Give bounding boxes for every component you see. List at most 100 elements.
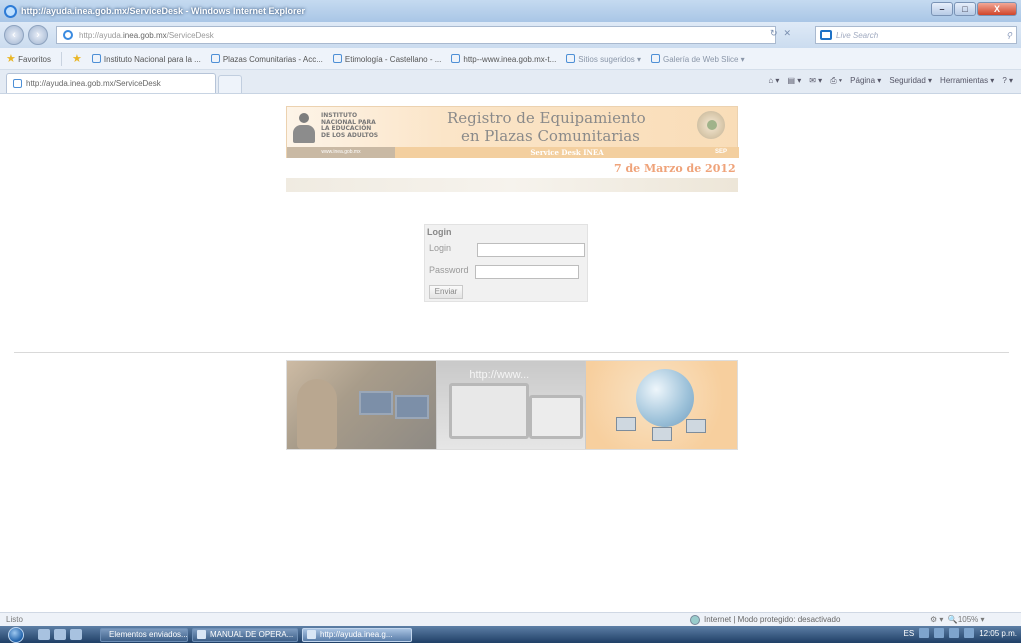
back-button[interactable]: ‹ xyxy=(4,25,24,45)
favorite-label: Galería de Web Slice ▾ xyxy=(663,54,745,64)
horizontal-divider xyxy=(14,352,1009,353)
logo-text: INSTITUTO NACIONAL PARA LA EDUCACIÓN DE … xyxy=(321,112,379,139)
page-menu[interactable]: Página ▾ xyxy=(850,76,881,86)
zone-label: Internet | Modo protegido: desactivado xyxy=(704,615,841,624)
tools-menu[interactable]: Herramientas ▾ xyxy=(940,76,994,86)
photo-globe-network xyxy=(585,361,737,449)
taskbar-button-word[interactable]: MANUAL DE OPERA... xyxy=(192,627,298,642)
maximize-button[interactable]: □ xyxy=(954,2,976,16)
windows-taskbar: Elementos enviados... MANUAL DE OPERA...… xyxy=(0,626,1021,643)
login-header: Login xyxy=(427,227,452,237)
page-icon xyxy=(566,53,576,63)
taskbar-label: MANUAL DE OPERA... xyxy=(210,630,294,639)
submit-button[interactable]: Enviar xyxy=(429,285,463,299)
login-form: Login Login Password Enviar xyxy=(424,224,588,302)
address-tools: ↻ ✕ xyxy=(770,28,791,39)
ie-icon xyxy=(4,4,17,18)
windows-orb-icon xyxy=(8,626,24,643)
page-icon xyxy=(332,53,342,63)
security-menu[interactable]: Seguridad ▾ xyxy=(889,76,932,86)
address-bar[interactable]: http://ayuda. inea.gob.mx/ServiceDesk xyxy=(56,26,776,44)
print-icon[interactable]: ⎙ ▾ xyxy=(830,76,842,86)
taskbar-button-outlook[interactable]: Elementos enviados... xyxy=(100,627,188,642)
favorite-item[interactable]: Plazas Comunitarias - Acc... xyxy=(210,53,323,64)
stop-icon[interactable]: ✕ xyxy=(784,28,792,39)
favorites-label: Favoritos xyxy=(18,55,52,64)
taskbar-label: http://ayuda.inea.g... xyxy=(320,630,393,639)
live-search-icon xyxy=(820,30,832,40)
feeds-icon[interactable]: ▤ ▾ xyxy=(787,76,801,86)
help-icon[interactable]: ? ▾ xyxy=(1002,76,1013,86)
url-path: /ServiceDesk xyxy=(166,30,214,40)
favorites-button[interactable]: ★ Favoritos xyxy=(6,52,51,65)
logo-figure-icon xyxy=(293,113,315,143)
mail-icon[interactable]: ✉ ▾ xyxy=(809,76,822,86)
search-icon[interactable]: ⚲ xyxy=(1006,31,1012,40)
sep-label: SEP xyxy=(714,149,727,155)
star-icon: ★ xyxy=(6,53,16,65)
ie-icon xyxy=(307,630,316,639)
favorite-item[interactable]: Galería de Web Slice ▾ xyxy=(651,53,745,64)
tray-icon[interactable] xyxy=(934,628,945,638)
zoom-level[interactable]: ⚙ ▾ 🔍105% ▾ xyxy=(930,615,985,624)
new-tab-button[interactable] xyxy=(218,75,242,93)
volume-icon[interactable] xyxy=(964,628,975,638)
quick-launch xyxy=(38,629,82,640)
password-label: Password xyxy=(429,265,469,275)
taskbar-button-ie[interactable]: http://ayuda.inea.g... xyxy=(302,627,412,642)
tray-icon[interactable] xyxy=(919,628,930,638)
url-host: inea.gob.mx xyxy=(123,30,167,40)
globe-icon xyxy=(690,614,700,625)
switch-windows-icon[interactable] xyxy=(54,629,66,640)
command-bar: ⌂ ▾ ▤ ▾ ✉ ▾ ⎙ ▾ Página ▾ Seguridad ▾ Her… xyxy=(768,76,1013,86)
refresh-icon[interactable]: ↻ xyxy=(770,28,778,39)
forward-button[interactable]: › xyxy=(28,25,48,45)
clock[interactable]: 12:05 p.m. xyxy=(979,629,1017,638)
status-text: Listo xyxy=(6,615,23,624)
add-favorite-icon[interactable]: ★ xyxy=(72,52,82,65)
show-desktop-icon[interactable] xyxy=(38,629,50,640)
divider xyxy=(61,51,63,66)
photo-web-screens: http://www... xyxy=(436,361,586,449)
window-controls: – □ X xyxy=(931,2,1017,16)
decorative-strip xyxy=(286,178,738,192)
word-icon xyxy=(197,630,206,639)
status-bar: Listo Internet | Modo protegido: desacti… xyxy=(0,612,1021,626)
favorite-item[interactable]: Sitios sugeridos ▾ xyxy=(566,53,641,64)
image-strip: http://www... xyxy=(286,360,738,450)
search-box[interactable]: Live Search ⚲ xyxy=(815,26,1017,44)
system-tray: ES 12:05 p.m. xyxy=(904,628,1017,638)
zoom-value: 105% xyxy=(957,615,979,624)
favorite-label: Etimología - Castellano - ... xyxy=(344,54,442,64)
home-icon[interactable]: ⌂ ▾ xyxy=(768,76,779,86)
page-icon xyxy=(451,53,461,63)
search-placeholder: Live Search xyxy=(836,30,879,40)
favorite-item[interactable]: Instituto Nacional para la ... xyxy=(91,53,201,64)
minimize-button[interactable]: – xyxy=(931,2,953,16)
password-input[interactable] xyxy=(475,265,579,279)
favorites-bar: ★ Favoritos ★ Instituto Nacional para la… xyxy=(0,48,1021,70)
logo-url: www.inea.gob.mx xyxy=(287,147,395,158)
language-indicator[interactable]: ES xyxy=(904,629,915,638)
favorite-item[interactable]: http--www.inea.gob.mx-t... xyxy=(451,53,557,64)
window-title: http://ayuda.inea.gob.mx/ServiceDesk - W… xyxy=(21,6,305,16)
page-icon xyxy=(210,53,220,63)
current-date: 7 de Marzo de 2012 xyxy=(614,162,736,175)
close-button[interactable]: X xyxy=(977,2,1017,16)
network-icon[interactable] xyxy=(949,628,960,638)
favorite-label: Plazas Comunitarias - Acc... xyxy=(222,54,323,64)
inea-logo: INSTITUTO NACIONAL PARA LA EDUCACIÓN DE … xyxy=(291,111,391,147)
banner-subtitle: Service Desk INEA xyxy=(395,147,739,158)
window-titlebar: http://ayuda.inea.gob.mx/ServiceDesk - W… xyxy=(0,0,1021,22)
login-input[interactable] xyxy=(477,243,585,257)
favorite-item[interactable]: Etimología - Castellano - ... xyxy=(332,53,442,64)
security-zone[interactable]: Internet | Modo protegido: desactivado xyxy=(690,614,841,625)
tab-servicedesk[interactable]: http://ayuda.inea.gob.mx/ServiceDesk xyxy=(6,73,216,93)
favorite-label: http--www.inea.gob.mx-t... xyxy=(463,54,557,64)
start-button[interactable] xyxy=(0,626,32,643)
mexico-seal-icon xyxy=(697,111,725,139)
ie-quicklaunch-icon[interactable] xyxy=(70,629,82,640)
page-icon xyxy=(91,53,101,63)
page-icon xyxy=(63,30,73,40)
url-prefix: http://ayuda. xyxy=(79,30,124,40)
